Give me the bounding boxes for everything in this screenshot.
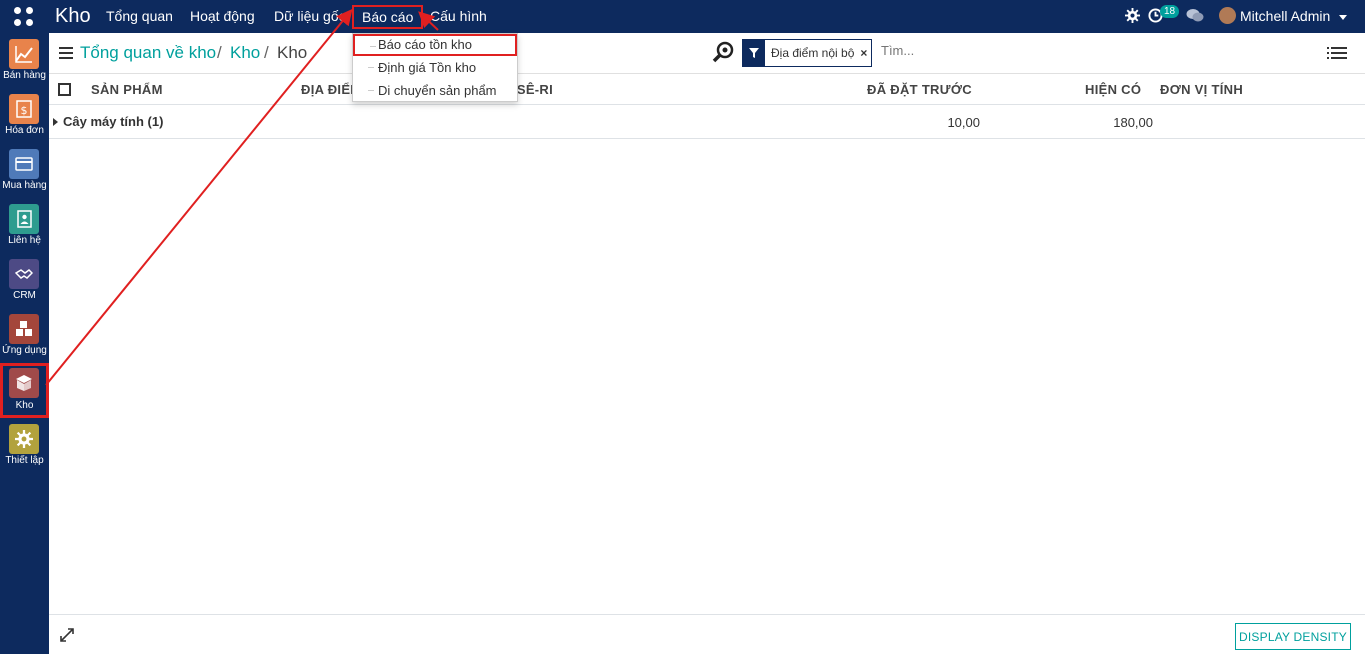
sidebar-app-label: Liên hệ (8, 235, 41, 246)
activity-count-badge: 18 (1160, 5, 1180, 18)
group-on-hand-total: 180,00 (1113, 115, 1153, 130)
search-input[interactable] (881, 43, 1281, 58)
chat-bubbles-icon[interactable] (1186, 8, 1204, 23)
menu-master-data[interactable]: Dữ liệu gốc (274, 8, 346, 24)
dropdown-item-moves-analysis[interactable]: Di chuyển sản phẩm (353, 80, 517, 102)
facet-value: Địa điểm nội bộ (771, 46, 855, 60)
user-name: Mitchell Admin (1240, 8, 1331, 24)
breadcrumb-warehouse[interactable]: Kho (230, 43, 260, 63)
reporting-dropdown: Báo cáo tồn kho Định giá Tồn kho Di chuy… (352, 33, 518, 102)
caret-right-icon (53, 118, 58, 126)
column-header-reserved[interactable]: ĐÃ ĐẶT TRƯỚC (867, 82, 972, 97)
search-facet[interactable]: Địa điểm nội bộ × (742, 39, 873, 67)
inventory-box-icon (9, 368, 39, 398)
sidebar-app-apps[interactable]: Ứng dụng (0, 310, 49, 365)
table-group-row[interactable]: Cây máy tính (1) 10,00 180,00 (49, 105, 1365, 139)
cubes-icon (9, 314, 39, 344)
settings-gear-icon[interactable] (1125, 8, 1140, 23)
breadcrumb-separator: / (264, 43, 269, 62)
svg-text:$: $ (21, 104, 28, 117)
sidebar-app-label: Kho (15, 400, 34, 411)
footer-bar: DISPLAY DENSITY (49, 614, 1365, 654)
sidebar-app-label: Thiết lập (5, 455, 44, 466)
breadcrumb-overview[interactable]: Tổng quan về kho (80, 43, 216, 63)
sidebar-app-label: CRM (13, 290, 36, 301)
sidebar-app-label: Mua hàng (2, 180, 47, 191)
top-navbar: Kho Tổng quan Hoạt động Dữ liệu gốc Báo … (0, 0, 1365, 33)
apps-menu-icon[interactable] (14, 7, 33, 26)
sidebar-app-purchase[interactable]: Mua hàng (0, 145, 49, 200)
handshake-icon (9, 259, 39, 289)
sidebar-app-label: Ứng dụng (2, 345, 47, 356)
sales-chart-icon (9, 39, 39, 69)
settings-cog-icon (9, 424, 39, 454)
sidebar-app-settings[interactable]: Thiết lập (0, 420, 49, 475)
address-book-icon (9, 204, 39, 234)
table-header: SẢN PHẨM ĐỊA ĐIỂM SỐ LÔ/SÊ-RI ĐÃ ĐẶT TRƯ… (49, 74, 1365, 105)
menu-configuration[interactable]: Cấu hình (430, 8, 487, 24)
sidebar-app-label: Bán hàng (3, 70, 46, 81)
group-name: Cây máy tính (1) (63, 114, 164, 129)
select-all-checkbox[interactable] (58, 83, 71, 96)
menu-reporting[interactable]: Báo cáo (352, 5, 424, 29)
sidebar-app-inventory[interactable]: Kho (0, 363, 49, 418)
column-header-on-hand[interactable]: HIỆN CÓ (1085, 82, 1141, 97)
sidebar-app-invoicing[interactable]: $ Hóa đơn (0, 90, 49, 145)
filter-funnel-icon (743, 40, 765, 66)
control-panel: Tổng quan về kho / Kho / Kho Địa điểm nộ… (49, 33, 1365, 74)
display-density-button[interactable]: DISPLAY DENSITY (1235, 623, 1351, 650)
sidebar-app-crm[interactable]: CRM (0, 255, 49, 310)
search-options-magnifier-icon[interactable] (712, 41, 736, 63)
app-brand[interactable]: Kho (55, 5, 91, 28)
user-avatar[interactable] (1219, 7, 1236, 24)
group-reserved-total: 10,00 (947, 115, 980, 130)
expand-arrows-icon[interactable] (60, 628, 74, 642)
credit-card-icon (9, 149, 39, 179)
dropdown-item-stock-valuation[interactable]: Định giá Tồn kho (353, 57, 517, 79)
menu-toggle-icon[interactable] (59, 47, 73, 59)
list-view-icon[interactable] (1327, 47, 1347, 61)
dropdown-item-stock-report[interactable]: Báo cáo tồn kho (353, 34, 517, 56)
menu-operations[interactable]: Hoạt động (190, 8, 255, 24)
column-header-uom[interactable]: ĐƠN VỊ TÍNH (1160, 82, 1243, 97)
sidebar-app-contacts[interactable]: Liên hệ (0, 200, 49, 255)
column-header-product[interactable]: SẢN PHẨM (91, 82, 163, 97)
app-sidebar: Bán hàng $ Hóa đơn Mua hàng Liên hệ CRM … (0, 33, 49, 654)
menu-overview[interactable]: Tổng quan (106, 8, 173, 24)
breadcrumb-current: Kho (277, 43, 308, 62)
invoice-dollar-icon: $ (9, 94, 39, 124)
caret-down-icon (1339, 14, 1348, 20)
sidebar-app-label: Hóa đơn (5, 125, 44, 136)
user-menu[interactable]: Mitchell Admin (1240, 8, 1348, 24)
facet-remove-icon[interactable]: × (860, 46, 871, 60)
sidebar-app-sales[interactable]: Bán hàng (0, 35, 49, 90)
breadcrumb-separator: / (217, 43, 222, 62)
